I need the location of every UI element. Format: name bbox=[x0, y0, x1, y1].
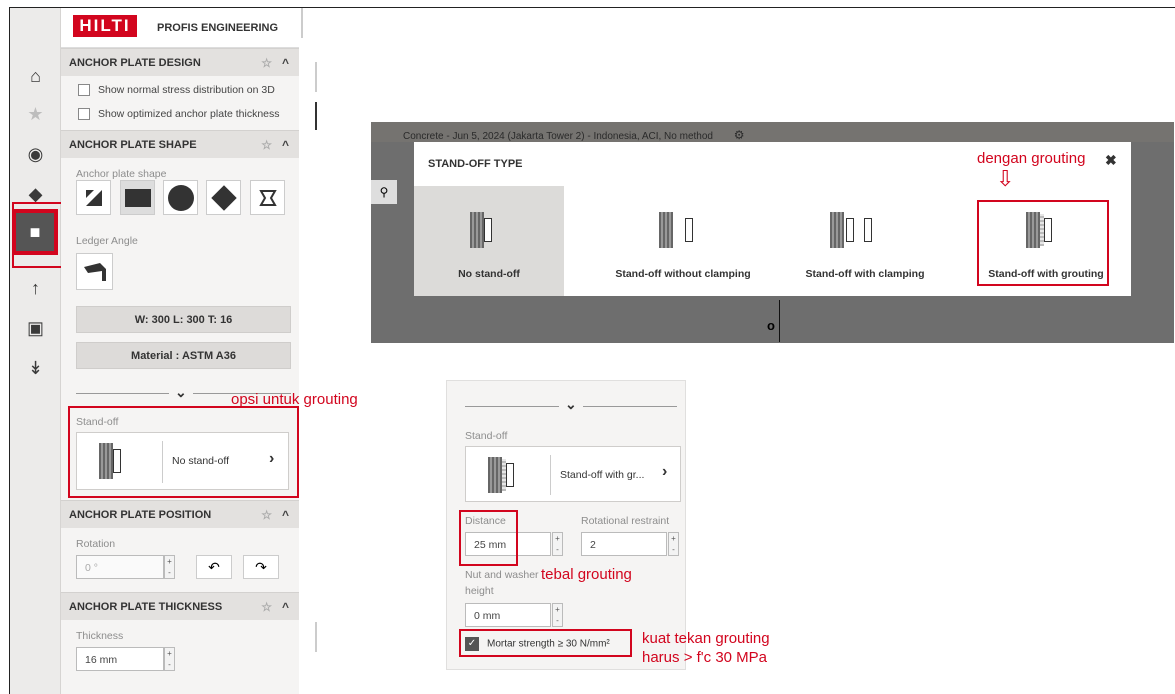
panel-divider bbox=[301, 8, 303, 38]
axis-origin-marker: o bbox=[767, 318, 775, 333]
ledger-angle-button[interactable] bbox=[76, 253, 113, 290]
annotation-grouting-option: opsi untuk grouting bbox=[231, 391, 358, 408]
standoff-selector[interactable]: Stand-off with gr... › bbox=[465, 446, 681, 502]
section-title: ANCHOR PLATE THICKNESS bbox=[69, 601, 223, 613]
profile-icon[interactable]: ▣ bbox=[10, 310, 61, 346]
distance-highlight-box bbox=[459, 510, 518, 566]
annotation-strength-2: harus > f'c 30 MPa bbox=[642, 649, 768, 666]
icon-sidebar: ⌂ ★ ◉ ◆ ■ ↑ ▣ ↡ bbox=[10, 8, 61, 694]
chevron-down-icon[interactable]: ⌄ bbox=[169, 384, 193, 401]
nut-washer-stepper[interactable]: + - bbox=[552, 603, 563, 627]
section-tools[interactable]: ☆ ^ bbox=[261, 600, 289, 614]
loads-icon[interactable]: ↡ bbox=[10, 350, 61, 386]
section-title: ANCHOR PLATE DESIGN bbox=[69, 57, 201, 69]
bg-edge bbox=[315, 102, 317, 130]
dialog-title: STAND-OFF TYPE bbox=[428, 158, 523, 170]
option-standoff-with-clamping[interactable]: Stand-off with clamping bbox=[790, 186, 940, 296]
hilti-logo: HILTI bbox=[73, 15, 137, 37]
product-name: PROFIS ENGINEERING bbox=[157, 22, 279, 34]
rotation-stepper[interactable]: + - bbox=[164, 555, 175, 579]
anchor-icon[interactable]: ↑ bbox=[10, 270, 61, 306]
project-bar: Concrete - Jun 5, 2024 (Jakarta Tower 2)… bbox=[371, 122, 1174, 142]
rotational-restraint-stepper[interactable]: + - bbox=[668, 532, 679, 556]
custom-shape-button[interactable] bbox=[76, 180, 111, 215]
axis-line bbox=[779, 300, 780, 342]
polygon-shape-button[interactable] bbox=[250, 180, 285, 215]
grouting-option-highlight bbox=[977, 200, 1109, 286]
annotation-with-grouting: dengan grouting bbox=[977, 150, 1086, 167]
optimized-thickness-checkbox[interactable]: Show optimized anchor plate thickness bbox=[78, 108, 280, 121]
icon-highlight-box bbox=[12, 202, 68, 268]
diamond-shape-button[interactable] bbox=[206, 180, 241, 215]
mortar-highlight-box bbox=[459, 629, 632, 657]
dimensions-button[interactable]: W: 300 L: 300 T: 16 bbox=[76, 306, 291, 333]
search-icon[interactable]: ⚲ bbox=[371, 180, 397, 204]
annotation-strength-1: kuat tekan grouting bbox=[642, 630, 770, 647]
section-anchor-plate-design[interactable]: ANCHOR PLATE DESIGN ☆ ^ bbox=[61, 48, 299, 76]
bg-edge bbox=[315, 622, 317, 652]
gear-icon[interactable]: ⚙ bbox=[734, 128, 745, 142]
arrow-down-icon: ⇩ bbox=[996, 166, 1015, 191]
rotation-input[interactable]: 0 ° bbox=[76, 555, 164, 579]
annotation-thickness: tebal grouting bbox=[541, 566, 632, 583]
rotational-restraint-input[interactable]: 2 bbox=[581, 532, 667, 556]
home-icon[interactable]: ⌂ bbox=[10, 58, 61, 94]
nut-washer-label-2: height bbox=[465, 585, 494, 597]
bg-edge bbox=[315, 62, 317, 92]
standoff-value: Stand-off with gr... bbox=[560, 469, 645, 481]
distance-stepper[interactable]: + - bbox=[552, 532, 563, 556]
grouting-standoff-icon bbox=[488, 457, 514, 493]
thickness-stepper[interactable]: + - bbox=[164, 647, 175, 671]
thickness-input[interactable]: 16 mm bbox=[76, 647, 164, 671]
standoff-highlight-box bbox=[68, 406, 299, 498]
rotate-right-button[interactable]: ↷ bbox=[243, 555, 279, 579]
standoff-label: Stand-off bbox=[465, 430, 508, 442]
section-anchor-plate-thickness[interactable]: ANCHOR PLATE THICKNESS ☆ ^ bbox=[61, 592, 299, 620]
thickness-label: Thickness bbox=[76, 630, 124, 642]
section-tools[interactable]: ☆ ^ bbox=[261, 138, 289, 152]
option-standoff-without-clamping[interactable]: Stand-off without clamping bbox=[597, 186, 769, 296]
ledger-label: Ledger Angle bbox=[76, 235, 138, 247]
chevron-right-icon: › bbox=[662, 463, 668, 480]
rotational-restraint-label: Rotational restraint bbox=[581, 515, 670, 527]
section-title: ANCHOR PLATE SHAPE bbox=[69, 139, 197, 151]
section-tools[interactable]: ☆ ^ bbox=[261, 508, 289, 522]
option-no-standoff[interactable]: No stand-off bbox=[414, 186, 564, 296]
section-title: ANCHOR PLATE POSITION bbox=[69, 509, 212, 521]
section-anchor-plate-shape[interactable]: ANCHOR PLATE SHAPE ☆ ^ bbox=[61, 130, 299, 158]
chevron-down-icon[interactable]: ⌄ bbox=[559, 396, 583, 413]
star-icon[interactable]: ★ bbox=[10, 96, 61, 132]
section-tools[interactable]: ☆ ^ bbox=[261, 56, 289, 70]
close-icon[interactable]: ✖ bbox=[1105, 152, 1117, 169]
stress-distribution-checkbox[interactable]: Show normal stress distribution on 3D bbox=[78, 84, 275, 97]
rotation-label: Rotation bbox=[76, 538, 116, 550]
shape-label: Anchor plate shape bbox=[76, 168, 167, 180]
nut-washer-input[interactable]: 0 mm bbox=[465, 603, 551, 627]
project-title: Concrete - Jun 5, 2024 (Jakarta Tower 2)… bbox=[403, 131, 713, 142]
bulb-icon[interactable]: ◉ bbox=[10, 136, 61, 172]
nut-washer-label: Nut and washer bbox=[465, 569, 539, 581]
logo-row: HILTI PROFIS ENGINEERING bbox=[61, 8, 299, 48]
section-anchor-plate-position[interactable]: ANCHOR PLATE POSITION ☆ ^ bbox=[61, 500, 299, 528]
rectangle-shape-button[interactable] bbox=[120, 180, 155, 215]
circle-shape-button[interactable] bbox=[163, 180, 198, 215]
material-button[interactable]: Material : ASTM A36 bbox=[76, 342, 291, 369]
rotate-left-button[interactable]: ↶ bbox=[196, 555, 232, 579]
